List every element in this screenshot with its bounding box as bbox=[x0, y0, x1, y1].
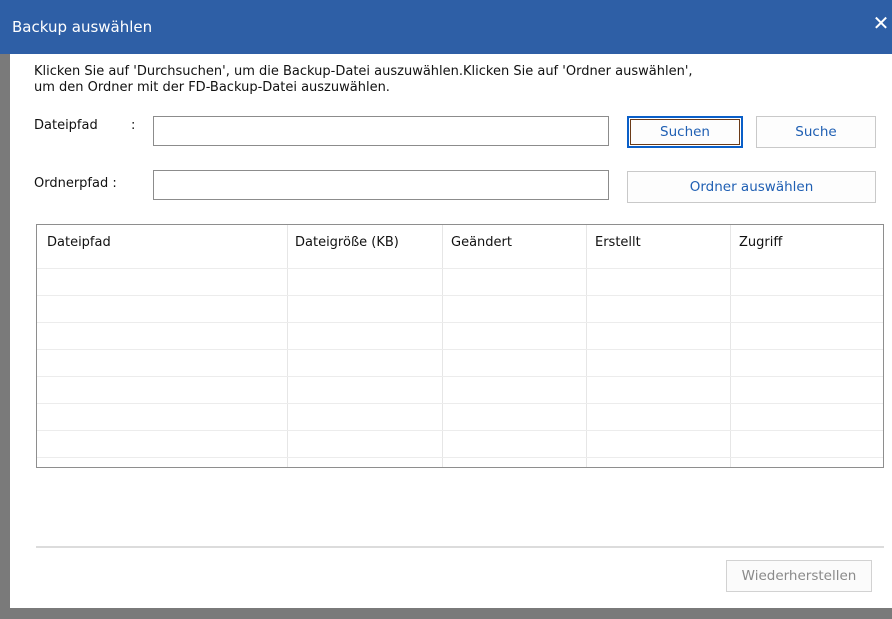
folder-path-input[interactable] bbox=[153, 170, 609, 200]
backup-file-table[interactable]: Dateipfad Dateigröße (KB) Geändert Erste… bbox=[36, 224, 884, 468]
footer-separator bbox=[36, 546, 884, 548]
column-header-accessed[interactable]: Zugriff bbox=[739, 235, 782, 250]
row-divider bbox=[37, 295, 883, 296]
title-bar: Backup auswählen ✕ bbox=[0, 0, 892, 54]
column-header-modified[interactable]: Geändert bbox=[451, 235, 512, 250]
row-divider bbox=[37, 430, 883, 431]
column-divider bbox=[287, 225, 288, 467]
window-title: Backup auswählen bbox=[12, 18, 153, 36]
row-divider bbox=[37, 322, 883, 323]
instruction-line-1: Klicken Sie auf 'Durchsuchen', um die Ba… bbox=[34, 64, 693, 79]
file-path-label: Dateipfad bbox=[34, 118, 98, 133]
select-folder-button[interactable]: Ordner auswählen bbox=[627, 171, 876, 203]
column-header-file-size[interactable]: Dateigröße (KB) bbox=[295, 235, 399, 250]
backup-select-dialog: Backup auswählen ✕ Klicken Sie auf 'Durc… bbox=[0, 0, 892, 619]
search-button-focused[interactable]: Suchen bbox=[627, 116, 743, 148]
column-header-created[interactable]: Erstellt bbox=[595, 235, 641, 250]
row-divider bbox=[37, 403, 883, 404]
row-divider bbox=[37, 457, 883, 458]
column-header-file-path[interactable]: Dateipfad bbox=[47, 235, 111, 250]
column-divider bbox=[442, 225, 443, 467]
folder-path-label: Ordnerpfad : bbox=[34, 176, 117, 191]
column-divider bbox=[730, 225, 731, 467]
window-frame-left bbox=[0, 54, 10, 619]
file-path-colon: : bbox=[131, 118, 136, 133]
instruction-text: Klicken Sie auf 'Durchsuchen', um die Ba… bbox=[34, 64, 854, 96]
instruction-line-2: um den Ordner mit der FD-Backup-Datei au… bbox=[34, 80, 390, 95]
close-icon[interactable]: ✕ bbox=[870, 10, 892, 38]
row-divider bbox=[37, 349, 883, 350]
restore-button[interactable]: Wiederherstellen bbox=[726, 560, 872, 592]
window-frame-bottom bbox=[0, 608, 892, 619]
search-button[interactable]: Suche bbox=[756, 116, 876, 148]
row-divider bbox=[37, 268, 883, 269]
column-divider bbox=[586, 225, 587, 467]
file-path-input[interactable] bbox=[153, 116, 609, 146]
row-divider bbox=[37, 376, 883, 377]
dialog-body: Klicken Sie auf 'Durchsuchen', um die Ba… bbox=[10, 54, 892, 608]
